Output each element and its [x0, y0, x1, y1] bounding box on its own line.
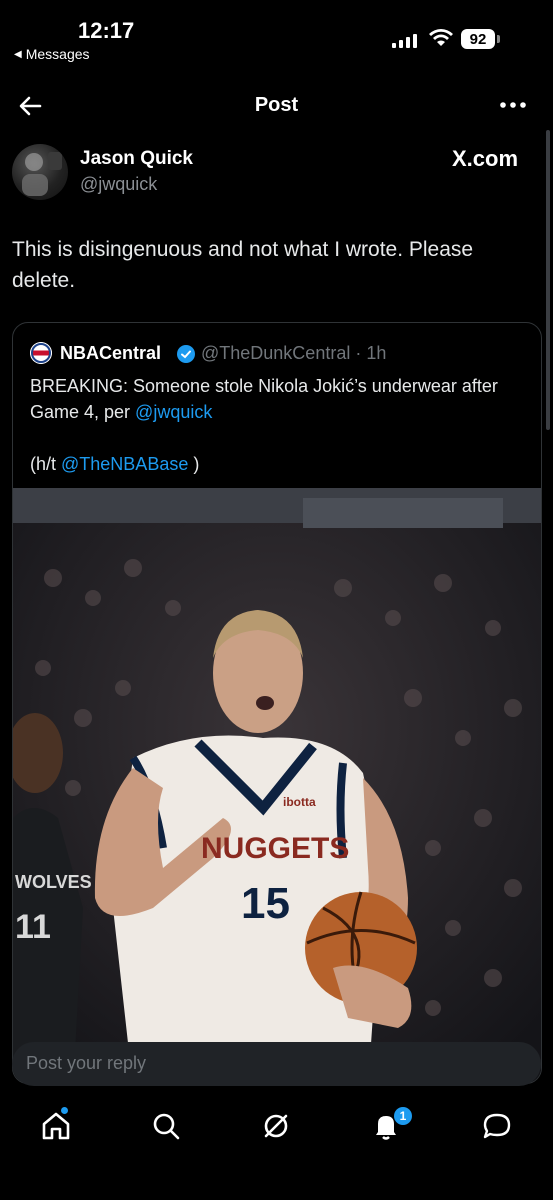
quoted-text-main: BREAKING: Someone stole Nikola Jokić’s u… [30, 376, 498, 422]
more-options-icon[interactable] [498, 95, 528, 115]
status-time: 12:17 [78, 18, 135, 43]
reply-input[interactable]: Post your reply [12, 1042, 541, 1086]
home-notification-dot [61, 1107, 68, 1114]
grok-icon[interactable] [258, 1108, 294, 1144]
back-app-label: Messages [25, 46, 90, 62]
page-title: Post [254, 94, 299, 116]
quoted-handle-time: @TheDunkCentral · 1h [201, 343, 387, 363]
mention-link[interactable]: @jwquick [135, 402, 212, 422]
cellular-signal-icon [392, 32, 417, 48]
wifi-icon [429, 29, 453, 46]
opponent-jersey-text: WOLVES [15, 872, 92, 892]
scrollbar[interactable] [546, 130, 550, 430]
quoted-photo[interactable]: WOLVES 11 NUGGETS ibotta 15 [13, 488, 541, 1083]
author-name[interactable]: Jason Quick [80, 148, 193, 170]
verified-badge-icon [177, 345, 195, 363]
reply-placeholder: Post your reply [26, 1053, 147, 1073]
jersey-number-text: 15 [241, 879, 290, 928]
quoted-author-name[interactable]: NBACentral [60, 343, 161, 364]
post-text: This is disingenuous and not what I wrot… [12, 238, 474, 292]
messages-icon[interactable] [479, 1108, 515, 1144]
mention-link[interactable]: @TheNBABase [61, 454, 188, 474]
jersey-team-text: NUGGETS [201, 832, 349, 865]
search-icon[interactable] [148, 1108, 184, 1144]
jersey-sponsor-text: ibotta [283, 795, 316, 809]
quoted-post-card[interactable]: NBACentral @TheDunkCentral · 1h BREAKING… [12, 322, 542, 1084]
hat-tip-suffix: ) [188, 454, 200, 474]
battery-tip [497, 35, 500, 43]
hat-tip-prefix: (h/t [30, 454, 62, 474]
battery-icon: 92 [461, 29, 495, 49]
nbacentral-logo [30, 342, 52, 364]
x-logo: X.com [452, 146, 519, 171]
back-to-app-link[interactable]: ◀ Messages [14, 46, 90, 62]
back-triangle-icon: ◀ [14, 48, 22, 60]
author-avatar[interactable] [12, 144, 68, 200]
opponent-jersey-number: 11 [15, 908, 51, 946]
home-icon[interactable] [38, 1108, 74, 1144]
author-handle[interactable]: @jwquick [80, 174, 157, 195]
notifications-badge: 1 [394, 1107, 412, 1125]
quoted-text: BREAKING: Someone stole Nikola Jokić’s u… [30, 373, 530, 477]
